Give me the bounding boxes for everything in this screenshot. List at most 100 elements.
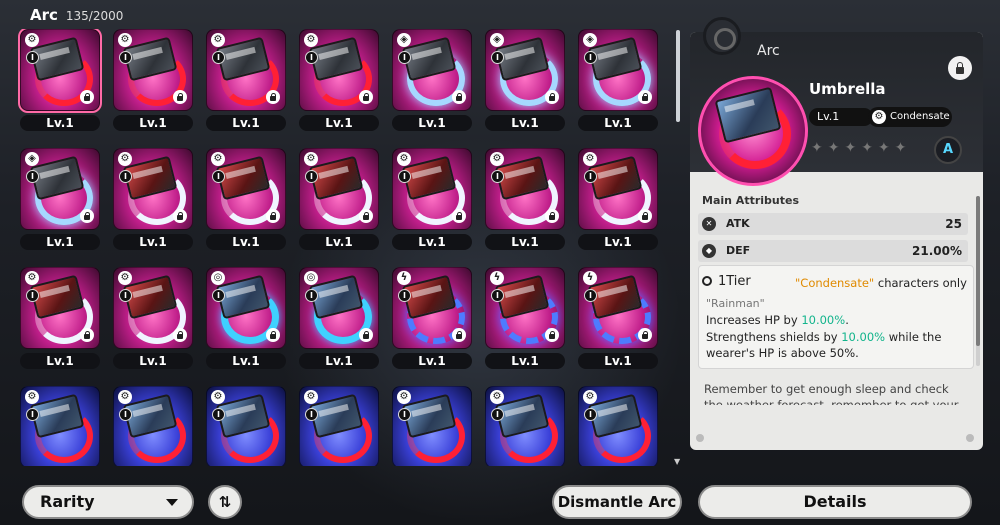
dismantle-arc-button[interactable]: Dismantle Arc: [552, 485, 682, 519]
sort-label: Rarity: [40, 492, 95, 511]
arc-card[interactable]: ⚙ILv.1: [111, 29, 195, 131]
arc-card[interactable]: ◈ I Lv.1: [390, 29, 474, 131]
attributes-title: Main Attributes: [702, 194, 799, 207]
inventory-count: 135/2000: [65, 9, 124, 23]
tier-badge: I: [119, 289, 132, 302]
tier-badge: I: [212, 289, 225, 302]
arc-card[interactable]: ⚙ILv.1: [204, 386, 288, 466]
arc-card[interactable]: ◈ I Lv.1: [576, 29, 660, 131]
arc-card[interactable]: ⚙I Lv.1: [297, 29, 381, 131]
arc-card[interactable]: ⚙ILv.1: [297, 148, 381, 250]
arc-card[interactable]: ⚙I Lv.1: [390, 148, 474, 250]
rarity-sort-dropdown[interactable]: Rarity: [22, 485, 194, 519]
star-icon: ✦: [811, 140, 823, 156]
arc-card[interactable]: ⚙ILv.1: [390, 386, 474, 466]
lock-icon: [545, 328, 559, 342]
gear-icon: ⚙: [397, 390, 411, 404]
arc-card[interactable]: ◈ I Lv.1: [483, 29, 567, 131]
arc-card[interactable]: ⚙ILv.1: [576, 148, 660, 250]
grid-scrollbar-thumb[interactable]: [676, 30, 680, 122]
arc-card[interactable]: ◎ I Lv.1: [204, 267, 288, 369]
arc-tile[interactable]: ⚙ I: [113, 29, 193, 111]
arc-tile[interactable]: ◈ I: [485, 29, 565, 111]
arc-card[interactable]: ◎ I Lv.1: [297, 267, 381, 369]
attribute-row-atk: ✕ ATK 25: [698, 213, 968, 235]
lock-icon: [452, 328, 466, 342]
star-icon: ✦: [894, 140, 907, 156]
scroll-down-arrow-icon[interactable]: ▼: [674, 457, 680, 466]
arc-tile[interactable]: ⚙ I: [113, 267, 193, 349]
arc-tile[interactable]: ⚙ I: [113, 386, 193, 466]
tier-badge: I: [584, 289, 597, 302]
arc-card[interactable]: ⚙I Lv.1: [483, 148, 567, 250]
arc-tile[interactable]: ⚙ I: [392, 148, 472, 230]
arc-card[interactable]: ⚙ILv.1: [483, 386, 567, 466]
arc-tile[interactable]: ⚙ I: [299, 386, 379, 466]
arc-tile[interactable]: ⚙ I: [206, 148, 286, 230]
gear-icon: ⚙: [211, 390, 225, 404]
tier-label: 1Tier: [718, 274, 751, 289]
tier-badge: I: [305, 170, 318, 183]
gear-icon: ⚙: [872, 110, 886, 124]
lock-icon: [266, 209, 280, 223]
arc-tile[interactable]: ϟI: [485, 267, 565, 349]
arc-level-label: Lv.1: [299, 115, 379, 131]
arc-card[interactable]: ⚙ILv.1: [111, 386, 195, 466]
arc-card[interactable]: ⚙ILv.1: [18, 386, 102, 466]
arc-tile[interactable]: ⚙ I: [113, 148, 193, 230]
arc-tile[interactable]: ◈ I: [20, 148, 100, 230]
arc-tile[interactable]: ⚙ I: [392, 386, 472, 466]
arc-tile[interactable]: ⚙ I: [20, 267, 100, 349]
detail-scrollbar[interactable]: [976, 196, 980, 366]
arc-card[interactable]: ⚙ILv.1: [297, 386, 381, 466]
arc-tile[interactable]: ⚙ I: [485, 386, 565, 466]
arc-tile[interactable]: ◎ I: [299, 267, 379, 349]
lock-icon: [452, 209, 466, 223]
arc-card[interactable]: ϟ I Lv.1: [483, 267, 567, 369]
arc-card[interactable]: ⚙ILv.1: [111, 267, 195, 369]
details-button[interactable]: Details: [698, 485, 972, 519]
arc-tile[interactable]: ⚙ I: [578, 148, 658, 230]
arc-tile[interactable]: ⚙ I: [485, 148, 565, 230]
arc-card[interactable]: ⚙ILv.1: [18, 267, 102, 369]
arc-tile[interactable]: ⚙ I: [206, 386, 286, 466]
arc-tile[interactable]: ⚙ I: [299, 148, 379, 230]
arc-tile[interactable]: ϟI: [392, 267, 472, 349]
arc-card[interactable]: ⚙ILv.1: [18, 29, 102, 131]
arc-card[interactable]: ϟ I Lv.1: [576, 267, 660, 369]
detail-lock-icon[interactable]: [948, 56, 972, 80]
effect-name: "Rainman": [706, 297, 765, 310]
arc-card[interactable]: ◈ I Lv.1: [18, 148, 102, 250]
star-icon: ✦: [877, 140, 890, 156]
arc-card[interactable]: ⚙I Lv.1: [204, 148, 288, 250]
grid-scrollbar[interactable]: ▼: [674, 30, 680, 466]
arc-tile[interactable]: ◈ I: [578, 29, 658, 111]
arc-level-label: Lv.1: [392, 234, 472, 250]
lock-icon: [638, 209, 652, 223]
arc-card[interactable]: ⚙ILv.1: [576, 386, 660, 466]
gear-icon: ⚙: [211, 33, 225, 47]
arc-card[interactable]: ⚙ILv.1: [111, 148, 195, 250]
tier-badge: I: [398, 170, 411, 183]
arc-tile[interactable]: ⚙ I: [20, 386, 100, 466]
lock-icon: [359, 209, 373, 223]
tier-icon: [702, 276, 712, 286]
arc-tile[interactable]: ◎ I: [206, 267, 286, 349]
arc-level-label: Lv.1: [206, 234, 286, 250]
arc-tile[interactable]: ⚙ I: [299, 29, 379, 111]
arc-level-label: Lv.1: [485, 115, 565, 131]
sort-order-button[interactable]: ⇅: [208, 485, 242, 519]
arc-tile[interactable]: ⚙ I: [206, 29, 286, 111]
condition-suffix: characters only: [874, 276, 967, 290]
arc-name: Umbrella: [809, 80, 886, 98]
arc-card[interactable]: ϟ I Lv.1: [390, 267, 474, 369]
crossed-swords-icon: ✕: [702, 217, 716, 231]
arc-level-label: Lv.1: [485, 234, 565, 250]
arc-card[interactable]: ⚙ILv.1: [204, 29, 288, 131]
arc-tile[interactable]: ⚙ I: [578, 386, 658, 466]
arc-tile[interactable]: ϟI: [578, 267, 658, 349]
detail-scrollbar-thumb[interactable]: [976, 196, 980, 346]
arc-tile[interactable]: ⚙ I: [18, 29, 102, 113]
arc-tile[interactable]: ◈ I: [392, 29, 472, 111]
lock-icon: [545, 209, 559, 223]
